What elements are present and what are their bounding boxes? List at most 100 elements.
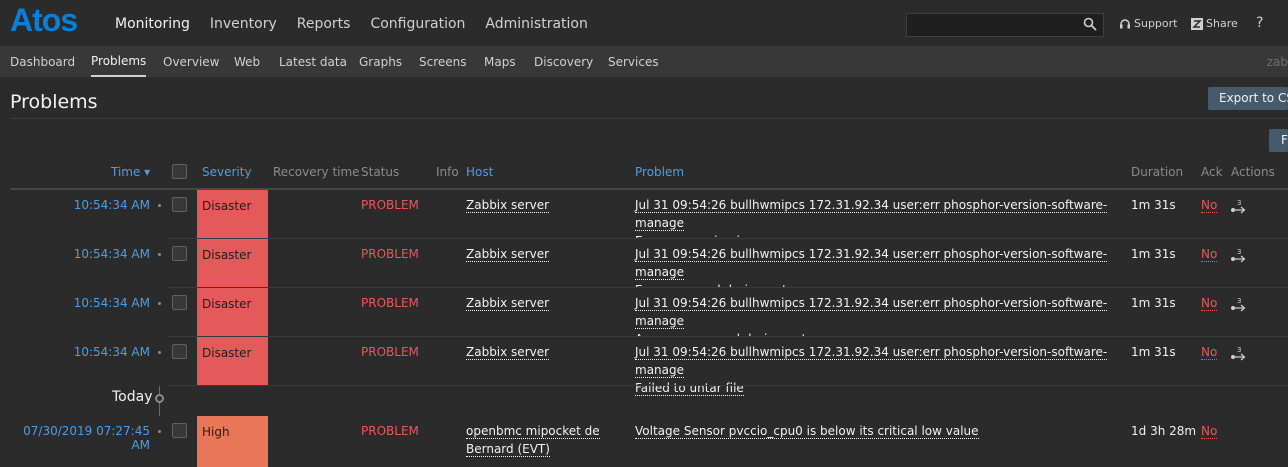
ack-link[interactable]: No bbox=[1201, 198, 1218, 213]
status-text: PROBLEM bbox=[361, 198, 419, 212]
problem-text[interactable]: Jul 31 09:54:26 bullhwmipcs 172.31.92.34… bbox=[635, 343, 1115, 397]
row-checkbox[interactable] bbox=[172, 423, 187, 438]
problem-line[interactable]: Jul 31 09:54:26 bullhwmipcs 172.31.92.34… bbox=[635, 296, 1108, 329]
col-time[interactable]: Time ▾ bbox=[111, 165, 150, 179]
severity-cell: Disaster bbox=[197, 239, 268, 288]
top-bar: Atos Monitoring Inventory Reports Config… bbox=[0, 0, 1288, 47]
host-link[interactable]: Zabbix server bbox=[466, 247, 550, 262]
host-line[interactable]: openbmc mipocket de bbox=[466, 424, 600, 439]
zabbix-share-icon bbox=[1191, 17, 1203, 30]
row-checkbox[interactable] bbox=[172, 246, 187, 261]
ack-link[interactable]: No bbox=[1201, 345, 1218, 360]
actions-icon[interactable]: 3 bbox=[1230, 198, 1248, 214]
export-csv-button[interactable]: Export to CS bbox=[1208, 87, 1288, 110]
row-checkbox[interactable] bbox=[172, 197, 187, 212]
problem-line[interactable]: Jul 31 09:54:26 bullhwmipcs 172.31.92.34… bbox=[635, 345, 1108, 378]
col-ack: Ack bbox=[1201, 165, 1223, 179]
event-time[interactable]: 10:54:34 AM bbox=[10, 247, 150, 261]
subnav-dashboard[interactable]: Dashboard bbox=[10, 47, 75, 77]
nav-administration[interactable]: Administration bbox=[475, 0, 597, 47]
table-header: Time ▾ Severity Recovery time Status Inf… bbox=[10, 157, 1288, 190]
search-input[interactable] bbox=[906, 13, 1104, 37]
subnav-screens[interactable]: Screens bbox=[419, 47, 467, 77]
problem-line[interactable]: Jul 31 09:54:26 bullhwmipcs 172.31.92.34… bbox=[635, 198, 1108, 231]
event-time[interactable]: 10:54:34 AM bbox=[10, 198, 150, 212]
col-duration: Duration bbox=[1131, 165, 1184, 179]
status-text: PROBLEM bbox=[361, 345, 419, 359]
row-checkbox[interactable] bbox=[172, 295, 187, 310]
nav-configuration[interactable]: Configuration bbox=[360, 0, 475, 47]
col-actions: Actions bbox=[1231, 165, 1275, 179]
nav-reports[interactable]: Reports bbox=[287, 0, 361, 47]
ack-link[interactable]: No bbox=[1201, 296, 1218, 311]
share-link[interactable]: Share bbox=[1191, 17, 1238, 30]
actions-count: 3 bbox=[1237, 346, 1241, 354]
nav-inventory[interactable]: Inventory bbox=[200, 0, 287, 47]
server-name: zab bbox=[1266, 55, 1288, 69]
problem-line[interactable]: Failed to untar file bbox=[635, 381, 744, 396]
atos-logo[interactable]: Atos bbox=[10, 2, 78, 39]
nav-monitoring[interactable]: Monitoring bbox=[105, 0, 200, 47]
host-line[interactable]: Bernard (EVT) bbox=[466, 442, 550, 457]
timeline-dot bbox=[158, 302, 161, 305]
support-label: Support bbox=[1134, 17, 1178, 30]
timeline-dot bbox=[158, 351, 161, 354]
col-severity[interactable]: Severity bbox=[202, 165, 252, 179]
subnav-graphs[interactable]: Graphs bbox=[359, 47, 402, 77]
actions-count: 3 bbox=[1237, 199, 1241, 207]
event-time[interactable]: 10:54:34 AM bbox=[10, 345, 150, 359]
support-link[interactable]: Support bbox=[1119, 17, 1177, 30]
actions-icon[interactable]: 3 bbox=[1230, 247, 1248, 263]
host-link[interactable]: openbmc mipocket de Bernard (EVT) bbox=[466, 422, 600, 458]
problem-line[interactable]: Voltage Sensor pvccio_cpu0 is below its … bbox=[635, 424, 979, 439]
subnav-services[interactable]: Services bbox=[608, 47, 659, 77]
table-row: 10:54:34 AM Disaster PROBLEM Zabbix serv… bbox=[10, 190, 1288, 249]
main-nav: Monitoring Inventory Reports Configurati… bbox=[105, 0, 598, 47]
status-text: PROBLEM bbox=[361, 424, 419, 438]
duration-text: 1d 3h 28m bbox=[1131, 424, 1197, 438]
subnav-problems[interactable]: Problems bbox=[91, 47, 147, 78]
help-icon[interactable]: ? bbox=[1256, 15, 1263, 31]
event-time[interactable]: 10:54:34 AM bbox=[10, 296, 150, 310]
table-row: 10:54:34 AM Disaster PROBLEM Zabbix serv… bbox=[10, 288, 1288, 347]
select-all-checkbox[interactable] bbox=[172, 164, 187, 179]
subnav-overview[interactable]: Overview bbox=[163, 47, 220, 77]
severity-cell: Disaster bbox=[197, 288, 268, 337]
problems-table: Time ▾ Severity Recovery time Status Inf… bbox=[10, 157, 1288, 467]
host-link[interactable]: Zabbix server bbox=[466, 345, 550, 360]
problem-line[interactable]: Jul 31 09:54:26 bullhwmipcs 172.31.92.34… bbox=[635, 247, 1108, 280]
search-icon[interactable] bbox=[1083, 17, 1097, 31]
col-info: Info bbox=[436, 165, 459, 179]
timeline-dot bbox=[158, 430, 161, 433]
duration-text: 1m 31s bbox=[1131, 198, 1176, 212]
headset-icon bbox=[1120, 18, 1130, 28]
actions-icon[interactable]: 3 bbox=[1230, 345, 1248, 361]
actions-count: 3 bbox=[1237, 248, 1241, 256]
timeline-dot bbox=[158, 204, 161, 207]
severity-cell: Disaster bbox=[197, 190, 268, 239]
col-host[interactable]: Host bbox=[466, 165, 493, 179]
col-problem[interactable]: Problem bbox=[635, 165, 684, 179]
subnav-maps[interactable]: Maps bbox=[484, 47, 516, 77]
event-time[interactable]: 07/30/2019 07:27:45 AM bbox=[10, 424, 150, 452]
page-title: Problems bbox=[10, 91, 98, 113]
col-status: Status bbox=[361, 165, 400, 179]
ack-link[interactable]: No bbox=[1201, 424, 1218, 439]
actions-icon[interactable]: 3 bbox=[1230, 296, 1248, 312]
status-text: PROBLEM bbox=[361, 296, 419, 310]
row-checkbox[interactable] bbox=[172, 344, 187, 359]
duration-text: 1m 31s bbox=[1131, 345, 1176, 359]
host-link[interactable]: Zabbix server bbox=[466, 198, 550, 213]
duration-text: 1m 31s bbox=[1131, 247, 1176, 261]
sub-nav: Dashboard Problems Overview Web Latest d… bbox=[0, 47, 1288, 78]
subnav-web[interactable]: Web bbox=[234, 47, 260, 77]
subnav-discovery[interactable]: Discovery bbox=[534, 47, 593, 77]
severity-cell: High bbox=[197, 416, 268, 467]
host-link[interactable]: Zabbix server bbox=[466, 296, 550, 311]
ack-link[interactable]: No bbox=[1201, 247, 1218, 262]
timeline-marker bbox=[155, 394, 164, 403]
table-row: 10:54:34 AM Disaster PROBLEM Zabbix serv… bbox=[10, 239, 1288, 298]
filter-button[interactable]: F bbox=[1269, 129, 1288, 152]
problem-text[interactable]: Voltage Sensor pvccio_cpu0 is below its … bbox=[635, 422, 1115, 440]
subnav-latest-data[interactable]: Latest data bbox=[279, 47, 347, 77]
